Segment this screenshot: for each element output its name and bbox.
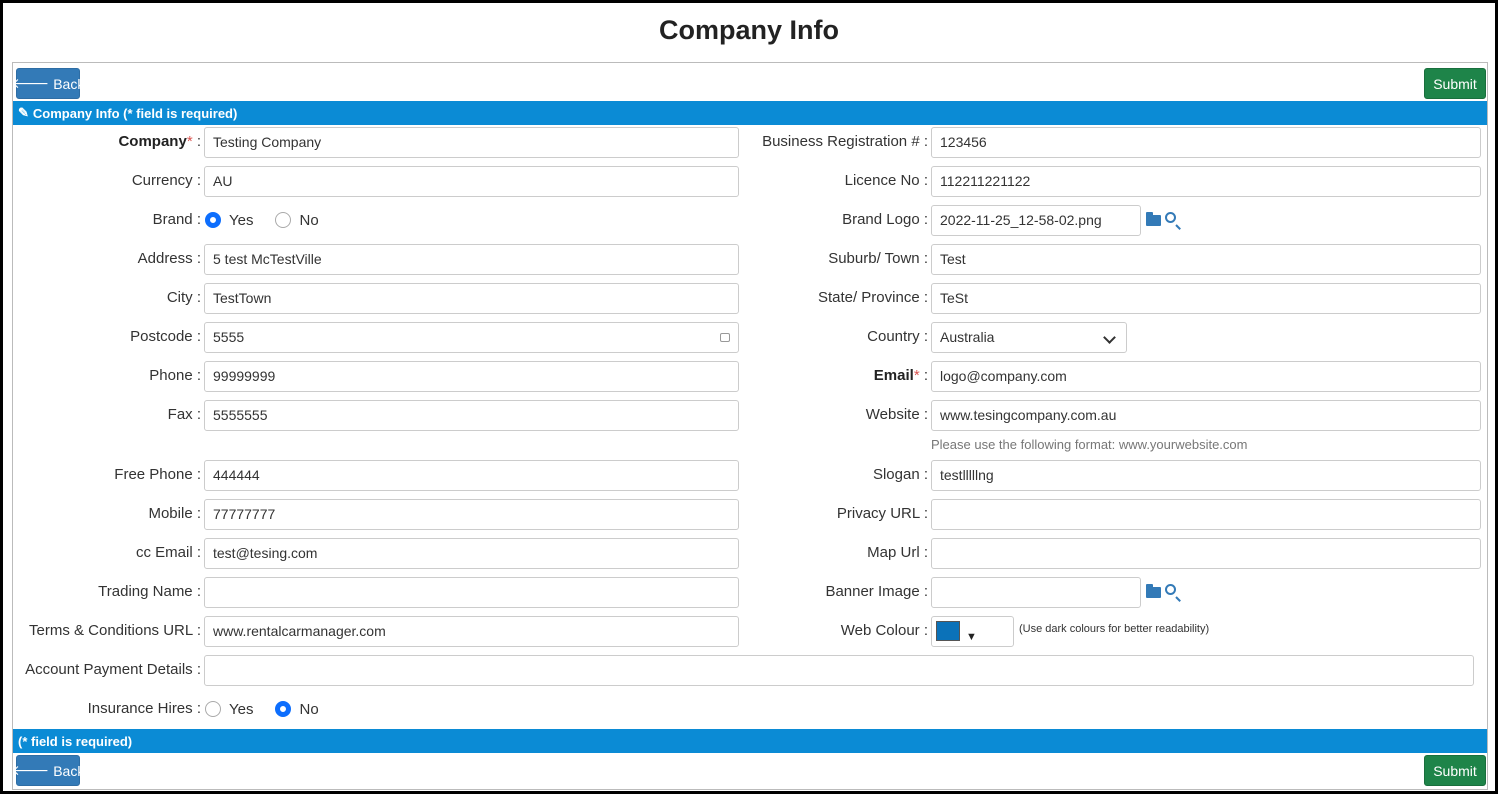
brand-radio-group: Yes No: [205, 205, 341, 235]
licence-label: Licence No :: [844, 172, 928, 189]
postcode-label: Postcode :: [130, 328, 201, 345]
banner-image-label: Banner Image :: [825, 583, 928, 600]
submit-button-top[interactable]: Submit: [1424, 68, 1486, 99]
state-input[interactable]: TeSt: [931, 283, 1481, 314]
city-label: City :: [166, 289, 201, 306]
currency-label: Currency :: [131, 172, 201, 189]
brand-yes-label: Yes: [229, 211, 254, 229]
page-frame: Company Info 🡐 Back Submit ✎ Company Inf…: [0, 0, 1498, 794]
phone-input[interactable]: 99999999: [204, 361, 739, 392]
privacy-url-input[interactable]: [931, 499, 1481, 530]
submit-button-label: Submit: [1433, 762, 1477, 779]
email-input[interactable]: logo@company.com: [931, 361, 1481, 392]
insurance-no-radio[interactable]: [275, 701, 292, 717]
brand-no-label: No: [299, 211, 319, 229]
folder-icon[interactable]: [1146, 584, 1161, 598]
website-hint: Please use the following format: www.you…: [931, 437, 1248, 452]
search-icon[interactable]: [1165, 584, 1176, 595]
state-label: State/ Province :: [817, 289, 928, 306]
required-marker: *: [913, 367, 920, 384]
email-label-text: Email: [873, 367, 914, 384]
suburb-input[interactable]: Test: [931, 244, 1481, 275]
caret-down-icon: ▼: [966, 631, 977, 643]
web-colour-label: Web Colour :: [840, 622, 928, 639]
insurance-yes-radio[interactable]: [205, 701, 221, 717]
privacy-url-label: Privacy URL :: [836, 505, 928, 522]
city-input[interactable]: TestTown: [204, 283, 739, 314]
section-header: ✎ Company Info (* field is required): [13, 101, 1487, 125]
business-reg-label: Business Registration # :: [762, 133, 928, 150]
trading-name-label: Trading Name :: [98, 583, 201, 600]
web-colour-note: (Use dark colours for better readability…: [1019, 623, 1210, 635]
company-input[interactable]: Testing Company: [204, 127, 739, 158]
business-reg-input[interactable]: 123456: [931, 127, 1481, 158]
website-label: Website :: [865, 406, 928, 423]
map-url-input[interactable]: [931, 538, 1481, 569]
address-label: Address :: [137, 250, 201, 267]
arrow-left-icon: 🡐: [11, 75, 50, 91]
section-footer: (* field is required): [13, 729, 1487, 753]
email-label: Email* :: [873, 367, 928, 384]
cc-email-input[interactable]: test@tesing.com: [204, 538, 739, 569]
country-label: Country :: [867, 328, 928, 345]
contact-card-icon: [720, 333, 730, 342]
fax-input[interactable]: 5555555: [204, 400, 739, 431]
brand-label: Brand :: [152, 211, 201, 228]
country-value: Australia: [940, 329, 995, 345]
submit-button-bottom[interactable]: Submit: [1424, 755, 1486, 786]
map-url-label: Map Url :: [867, 544, 928, 561]
required-marker: *: [186, 133, 193, 150]
folder-icon[interactable]: [1146, 212, 1161, 226]
mobile-label: Mobile :: [148, 505, 201, 522]
postcode-input[interactable]: 5555: [204, 322, 739, 353]
search-icon[interactable]: [1165, 212, 1176, 223]
currency-input[interactable]: AU: [204, 166, 739, 197]
insurance-no-label: No: [299, 700, 319, 718]
account-payment-label: Account Payment Details :: [25, 661, 201, 678]
colour-swatch: [936, 621, 960, 641]
slogan-label: Slogan :: [872, 466, 928, 483]
insurance-yes-label: Yes: [229, 700, 254, 718]
suburb-label: Suburb/ Town :: [828, 250, 928, 267]
form-panel: 🡐 Back Submit ✎ Company Info (* field is…: [12, 62, 1488, 790]
address-input[interactable]: 5 test McTestVille: [204, 244, 739, 275]
brand-no-radio[interactable]: [275, 212, 292, 228]
slogan-input[interactable]: testlllllng: [931, 460, 1481, 491]
cc-email-label: cc Email :: [135, 544, 201, 561]
banner-image-input[interactable]: [931, 577, 1141, 608]
licence-input[interactable]: 112211221122: [931, 166, 1481, 197]
brand-logo-input[interactable]: 2022-11-25_12-58-02.png: [931, 205, 1141, 236]
brand-logo-label: Brand Logo :: [842, 211, 928, 228]
terms-url-label: Terms & Conditions URL :: [28, 622, 201, 639]
free-phone-label: Free Phone :: [114, 466, 201, 483]
back-button-top[interactable]: 🡐 Back: [12, 68, 84, 99]
submit-button-label: Submit: [1433, 75, 1477, 92]
back-button-label: Back: [53, 75, 85, 92]
section-header-text: Company Info (* field is required): [32, 105, 238, 121]
terms-url-input[interactable]: www.rentalcarmanager.com: [204, 616, 739, 647]
postcode-value: 5555: [213, 329, 245, 345]
page-title: Company Info: [659, 15, 839, 45]
back-button-bottom[interactable]: 🡐 Back: [12, 755, 84, 786]
arrow-left-icon: 🡐: [11, 762, 50, 778]
fax-label: Fax :: [167, 406, 201, 423]
free-phone-input[interactable]: 444444: [204, 460, 739, 491]
country-select[interactable]: Australia: [931, 322, 1127, 353]
brand-yes-radio[interactable]: [205, 212, 221, 228]
website-input[interactable]: www.tesingcompany.com.au: [931, 400, 1481, 431]
company-label-text: Company: [118, 133, 187, 150]
phone-label: Phone :: [149, 367, 201, 384]
web-colour-picker[interactable]: ▼: [931, 616, 1014, 647]
back-button-label: Back: [53, 762, 85, 779]
mobile-input[interactable]: 77777777: [204, 499, 739, 530]
company-label: Company* :: [118, 133, 201, 150]
chevron-down-icon: [1103, 331, 1116, 344]
pencil-icon: ✎: [18, 105, 29, 120]
insurance-radio-group: Yes No: [205, 694, 341, 724]
insurance-hires-label: Insurance Hires :: [87, 700, 201, 717]
trading-name-input[interactable]: [204, 577, 739, 608]
account-payment-input[interactable]: [204, 655, 1474, 686]
